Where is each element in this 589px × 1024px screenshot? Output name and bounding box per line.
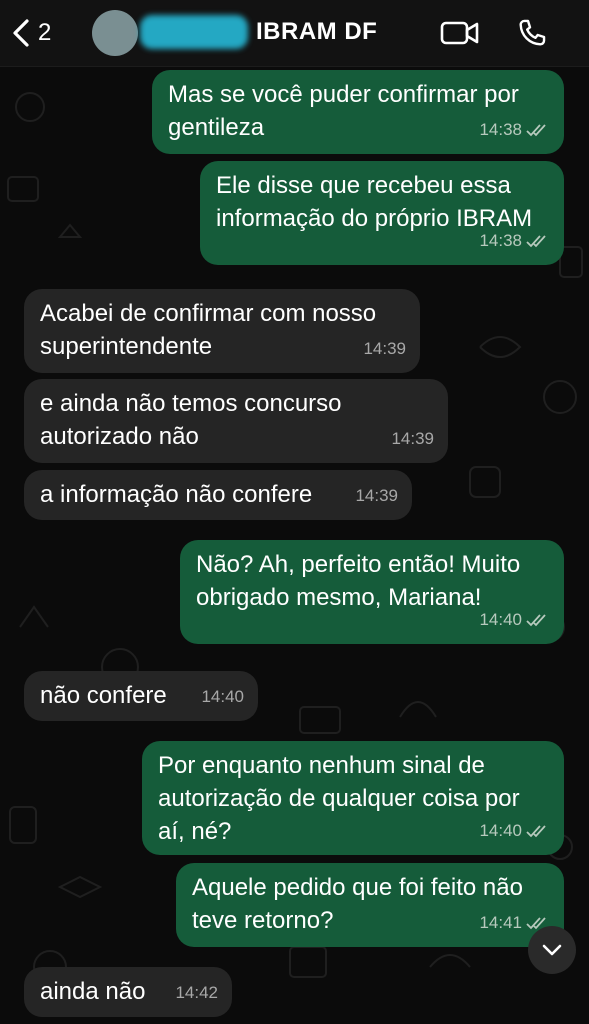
video-camera-icon bbox=[440, 21, 479, 45]
redacted-name bbox=[140, 15, 248, 49]
message-time: 14:38 bbox=[479, 231, 522, 250]
message-time: 14:39 bbox=[391, 429, 434, 448]
message-time: 14:39 bbox=[363, 339, 406, 358]
message-time: 14:40 bbox=[201, 687, 244, 706]
message-outgoing[interactable]: Por enquanto nenhum sinal de autorização… bbox=[142, 741, 564, 855]
contact-name[interactable]: IBRAM DF bbox=[256, 18, 377, 46]
chat-area[interactable]: Mas se você puder confirmar por gentilez… bbox=[0, 67, 589, 1024]
message-text: Acabei de confirmar com nosso superinten… bbox=[40, 300, 377, 360]
chevron-down-icon bbox=[542, 944, 562, 956]
message-time: 14:41 bbox=[479, 913, 522, 932]
message-meta: 14:40 bbox=[201, 680, 244, 713]
message-incoming[interactable]: e ainda não temos concurso autorizado nã… bbox=[24, 379, 448, 463]
message-time: 14:40 bbox=[479, 821, 522, 840]
message-outgoing[interactable]: Não? Ah, perfeito então! Muito obrigado … bbox=[180, 540, 564, 644]
message-meta: 14:39 bbox=[391, 422, 434, 455]
message-meta: 14:38 bbox=[479, 224, 550, 257]
message-meta: 14:42 bbox=[175, 976, 218, 1009]
back-button[interactable]: 2 bbox=[10, 14, 70, 52]
scroll-to-bottom-button[interactable] bbox=[528, 926, 576, 974]
message-meta: 14:39 bbox=[363, 332, 406, 365]
voice-call-button[interactable] bbox=[510, 14, 554, 52]
message-outgoing[interactable]: Aquele pedido que foi feito não teve ret… bbox=[176, 863, 564, 947]
message-meta: 14:39 bbox=[355, 479, 398, 512]
message-incoming[interactable]: não confere 14:40 bbox=[24, 671, 258, 721]
message-incoming[interactable]: Acabei de confirmar com nosso superinten… bbox=[24, 289, 420, 373]
message-incoming[interactable]: ainda não 14:42 bbox=[24, 967, 232, 1017]
message-time: 14:42 bbox=[175, 983, 218, 1002]
double-check-icon bbox=[526, 234, 546, 247]
message-time: 14:39 bbox=[355, 486, 398, 505]
double-check-icon bbox=[526, 824, 546, 837]
unread-count: 2 bbox=[38, 19, 52, 46]
message-meta: 14:40 bbox=[479, 603, 550, 636]
message-meta: 14:40 bbox=[479, 814, 550, 847]
message-text: e ainda não temos concurso autorizado nã… bbox=[40, 390, 342, 450]
double-check-icon bbox=[526, 613, 546, 626]
message-outgoing[interactable]: Mas se você puder confirmar por gentilez… bbox=[152, 70, 564, 154]
video-call-button[interactable] bbox=[438, 14, 482, 52]
message-meta: 14:38 bbox=[479, 113, 550, 146]
chevron-left-icon bbox=[13, 19, 29, 47]
chat-header: 2 IBRAM DF bbox=[0, 0, 589, 67]
phone-icon bbox=[519, 19, 546, 46]
message-time: 14:40 bbox=[479, 610, 522, 629]
message-time: 14:38 bbox=[479, 120, 522, 139]
message-text: a informação não confere bbox=[40, 481, 313, 508]
double-check-icon bbox=[526, 123, 546, 136]
message-outgoing[interactable]: Ele disse que recebeu essa informação do… bbox=[200, 161, 564, 265]
avatar[interactable] bbox=[92, 10, 138, 56]
message-incoming[interactable]: a informação não confere 14:39 bbox=[24, 470, 412, 520]
